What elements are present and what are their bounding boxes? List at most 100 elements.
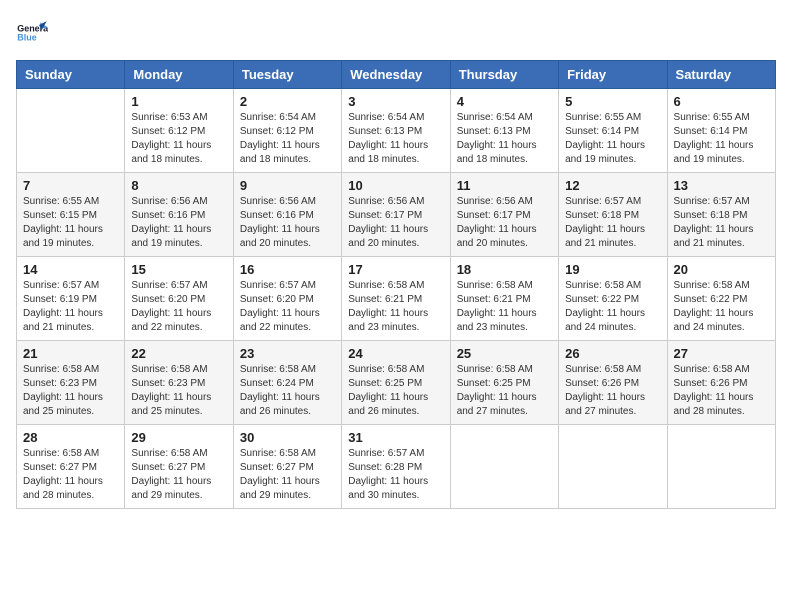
day-number: 15 (131, 262, 226, 277)
day-number: 28 (23, 430, 118, 445)
day-number: 3 (348, 94, 443, 109)
calendar-cell: 26 Sunrise: 6:58 AMSunset: 6:26 PMDayligh… (559, 341, 667, 425)
calendar-cell (667, 425, 775, 509)
day-number: 4 (457, 94, 552, 109)
weekday-header-wednesday: Wednesday (342, 61, 450, 89)
weekday-header-friday: Friday (559, 61, 667, 89)
page-container: General Blue SundayMondayTuesdayWednesda… (0, 0, 792, 517)
calendar-cell: 25 Sunrise: 6:58 AMSunset: 6:25 PMDayligh… (450, 341, 558, 425)
day-number: 5 (565, 94, 660, 109)
calendar-cell: 3 Sunrise: 6:54 AMSunset: 6:13 PMDaylight… (342, 89, 450, 173)
day-number: 20 (674, 262, 769, 277)
calendar-cell: 18 Sunrise: 6:58 AMSunset: 6:21 PMDayligh… (450, 257, 558, 341)
cell-info: Sunrise: 6:56 AMSunset: 6:17 PMDaylight:… (457, 195, 552, 251)
calendar-cell: 21Sunrise: 6:58 AMSunset: 6:23 PMDayligh… (17, 341, 125, 425)
cell-info: Sunrise: 6:56 AMSunset: 6:16 PMDaylight:… (240, 195, 335, 251)
cell-info: Sunrise: 6:58 AMSunset: 6:26 PMDaylight:… (565, 363, 660, 419)
logo-icon: General Blue (16, 16, 48, 48)
day-number: 9 (240, 178, 335, 193)
day-number: 31 (348, 430, 443, 445)
calendar-cell: 5Sunrise: 6:55 AMSunset: 6:14 PMDaylight… (559, 89, 667, 173)
cell-info: Sunrise: 6:58 AMSunset: 6:21 PMDaylight:… (457, 279, 552, 335)
cell-info: Sunrise: 6:57 AMSunset: 6:20 PMDaylight:… (240, 279, 335, 335)
cell-info: Sunrise: 6:58 AMSunset: 6:27 PMDaylight:… (131, 447, 226, 503)
cell-info: Sunrise: 6:54 AMSunset: 6:13 PMDaylight:… (457, 111, 552, 167)
day-number: 27 (674, 346, 769, 361)
cell-info: Sunrise: 6:57 AMSunset: 6:20 PMDaylight:… (131, 279, 226, 335)
cell-info: Sunrise: 6:56 AMSunset: 6:17 PMDaylight:… (348, 195, 443, 251)
day-number: 25 (457, 346, 552, 361)
cell-info: Sunrise: 6:55 AMSunset: 6:14 PMDaylight:… (674, 111, 769, 167)
cell-info: Sunrise: 6:58 AMSunset: 6:23 PMDaylight:… (131, 363, 226, 419)
day-number: 2 (240, 94, 335, 109)
day-number: 1 (131, 94, 226, 109)
calendar-cell: 1 Sunrise: 6:53 AMSunset: 6:12 PMDaylight… (125, 89, 233, 173)
cell-info: Sunrise: 6:57 AMSunset: 6:28 PMDaylight:… (348, 447, 443, 503)
cell-info: Sunrise: 6:58 AMSunset: 6:25 PMDaylight:… (348, 363, 443, 419)
day-number: 11 (457, 178, 552, 193)
calendar-cell: 31 Sunrise: 6:57 AMSunset: 6:28 PMDayligh… (342, 425, 450, 509)
calendar-cell: 30 Sunrise: 6:58 AMSunset: 6:27 PMDayligh… (233, 425, 341, 509)
calendar-week-row: 14 Sunrise: 6:57 AMSunset: 6:19 PMDayligh… (17, 257, 776, 341)
calendar-cell: 8 Sunrise: 6:56 AMSunset: 6:16 PMDaylight… (125, 173, 233, 257)
day-number: 14 (23, 262, 118, 277)
cell-info: Sunrise: 6:58 AMSunset: 6:22 PMDaylight:… (674, 279, 769, 335)
day-number: 18 (457, 262, 552, 277)
calendar-cell: 9 Sunrise: 6:56 AMSunset: 6:16 PMDaylight… (233, 173, 341, 257)
day-number: 17 (348, 262, 443, 277)
cell-info: Sunrise: 6:58 AMSunset: 6:26 PMDaylight:… (674, 363, 769, 419)
calendar-cell: 2 Sunrise: 6:54 AMSunset: 6:12 PMDaylight… (233, 89, 341, 173)
cell-info: Sunrise: 6:58 AMSunset: 6:24 PMDaylight:… (240, 363, 335, 419)
calendar-cell: 15 Sunrise: 6:57 AMSunset: 6:20 PMDayligh… (125, 257, 233, 341)
weekday-header-sunday: Sunday (17, 61, 125, 89)
svg-text:Blue: Blue (17, 32, 36, 42)
cell-info: Sunrise: 6:56 AMSunset: 6:16 PMDaylight:… (131, 195, 226, 251)
calendar-cell: 24Sunrise: 6:58 AMSunset: 6:25 PMDayligh… (342, 341, 450, 425)
cell-info: Sunrise: 6:58 AMSunset: 6:25 PMDaylight:… (457, 363, 552, 419)
day-number: 10 (348, 178, 443, 193)
calendar-week-row: 7 Sunrise: 6:55 AMSunset: 6:15 PMDaylight… (17, 173, 776, 257)
cell-info: Sunrise: 6:57 AMSunset: 6:19 PMDaylight:… (23, 279, 118, 335)
calendar-cell (17, 89, 125, 173)
day-number: 29 (131, 430, 226, 445)
day-number: 12 (565, 178, 660, 193)
weekday-header-monday: Monday (125, 61, 233, 89)
calendar-cell: 29 Sunrise: 6:58 AMSunset: 6:27 PMDayligh… (125, 425, 233, 509)
day-number: 7 (23, 178, 118, 193)
day-number: 30 (240, 430, 335, 445)
cell-info: Sunrise: 6:58 AMSunset: 6:27 PMDaylight:… (240, 447, 335, 503)
calendar-cell: 23 Sunrise: 6:58 AMSunset: 6:24 PMDayligh… (233, 341, 341, 425)
calendar-week-row: 1 Sunrise: 6:53 AMSunset: 6:12 PMDaylight… (17, 89, 776, 173)
calendar-cell: 20 Sunrise: 6:58 AMSunset: 6:22 PMDayligh… (667, 257, 775, 341)
day-number: 22 (131, 346, 226, 361)
cell-info: Sunrise: 6:54 AMSunset: 6:13 PMDaylight:… (348, 111, 443, 167)
cell-info: Sunrise: 6:57 AMSunset: 6:18 PMDaylight:… (565, 195, 660, 251)
calendar-cell: 19 Sunrise: 6:58 AMSunset: 6:22 PMDayligh… (559, 257, 667, 341)
calendar-cell: 16 Sunrise: 6:57 AMSunset: 6:20 PMDayligh… (233, 257, 341, 341)
weekday-header-row: SundayMondayTuesdayWednesdayThursdayFrid… (17, 61, 776, 89)
calendar-cell (450, 425, 558, 509)
weekday-header-tuesday: Tuesday (233, 61, 341, 89)
day-number: 13 (674, 178, 769, 193)
calendar-cell: 14 Sunrise: 6:57 AMSunset: 6:19 PMDayligh… (17, 257, 125, 341)
calendar-cell: 7 Sunrise: 6:55 AMSunset: 6:15 PMDaylight… (17, 173, 125, 257)
calendar-week-row: 28 Sunrise: 6:58 AMSunset: 6:27 PMDayligh… (17, 425, 776, 509)
cell-info: Sunrise: 6:54 AMSunset: 6:12 PMDaylight:… (240, 111, 335, 167)
day-number: 8 (131, 178, 226, 193)
page-header: General Blue (16, 16, 776, 48)
weekday-header-thursday: Thursday (450, 61, 558, 89)
cell-info: Sunrise: 6:58 AMSunset: 6:23 PMDaylight:… (23, 363, 118, 419)
calendar-cell: 17Sunrise: 6:58 AMSunset: 6:21 PMDayligh… (342, 257, 450, 341)
cell-info: Sunrise: 6:57 AMSunset: 6:18 PMDaylight:… (674, 195, 769, 251)
cell-info: Sunrise: 6:58 AMSunset: 6:22 PMDaylight:… (565, 279, 660, 335)
calendar-cell: 12 Sunrise: 6:57 AMSunset: 6:18 PMDayligh… (559, 173, 667, 257)
calendar-cell: 28Sunrise: 6:58 AMSunset: 6:27 PMDayligh… (17, 425, 125, 509)
cell-info: Sunrise: 6:53 AMSunset: 6:12 PMDaylight:… (131, 111, 226, 167)
day-number: 23 (240, 346, 335, 361)
day-number: 26 (565, 346, 660, 361)
day-number: 16 (240, 262, 335, 277)
day-number: 19 (565, 262, 660, 277)
calendar-cell: 27 Sunrise: 6:58 AMSunset: 6:26 PMDayligh… (667, 341, 775, 425)
cell-info: Sunrise: 6:55 AMSunset: 6:15 PMDaylight:… (23, 195, 118, 251)
calendar-cell: 22 Sunrise: 6:58 AMSunset: 6:23 PMDayligh… (125, 341, 233, 425)
